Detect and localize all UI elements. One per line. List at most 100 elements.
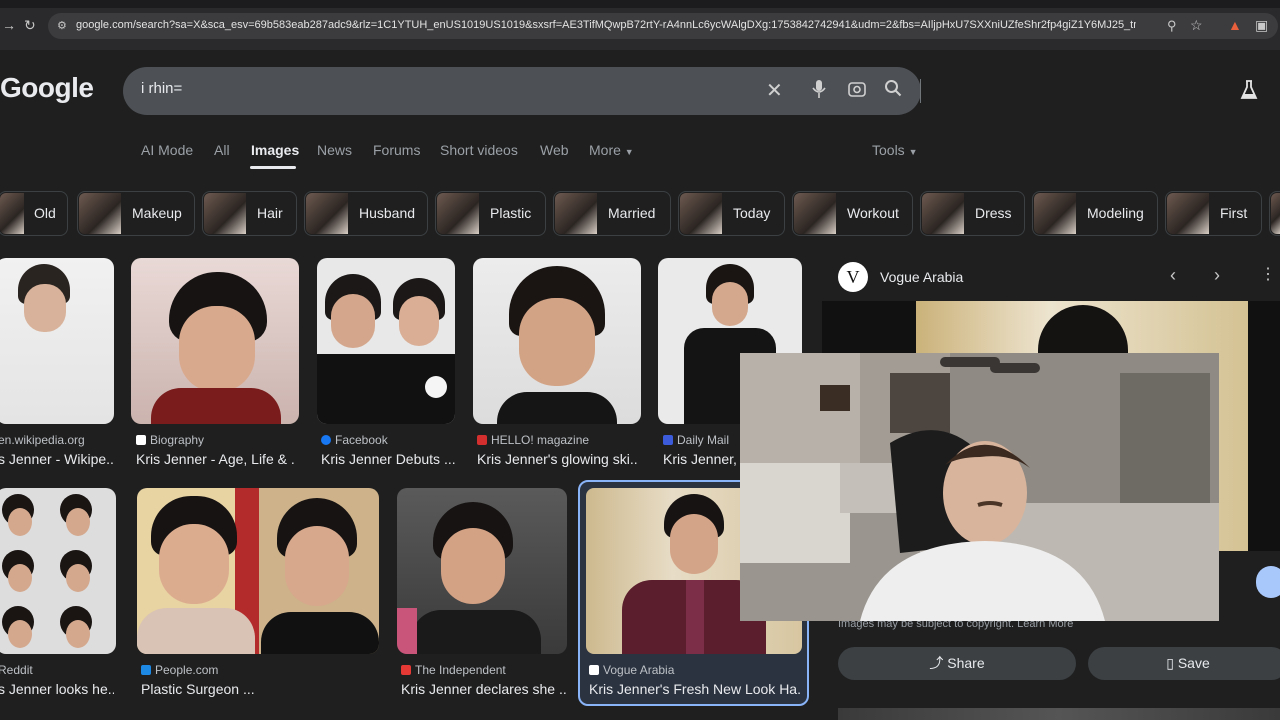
forward-icon[interactable]: → [2, 18, 16, 32]
reload-icon[interactable]: ↻ [24, 18, 36, 32]
vogue-logo[interactable]: V [838, 262, 868, 292]
chevron-left-icon[interactable]: ‹ [1170, 266, 1176, 284]
chip-thumbnail [1271, 193, 1280, 234]
chip-thumbnail [306, 193, 348, 234]
browser-toolbar: → ↻ ⚙ google.com/search?sa=X&sca_esv=69b… [0, 0, 1280, 50]
chip-married[interactable]: Married [553, 191, 671, 236]
lens-icon[interactable] [847, 79, 867, 99]
chip-dress[interactable]: Dress [920, 191, 1025, 236]
chip-today[interactable]: Today [678, 191, 785, 236]
result-source: en.wikipedia.org [0, 433, 85, 447]
result-title[interactable]: Kris Jenner's Fresh New Look Ha... [589, 681, 801, 697]
chip-partial[interactable] [1269, 191, 1280, 236]
chip-thumbnail [680, 193, 722, 234]
chip-thumbnail [794, 193, 836, 234]
chip-workout[interactable]: Workout [792, 191, 913, 236]
biography-favicon-icon [136, 435, 146, 445]
result-image[interactable] [473, 258, 641, 424]
bookmark-star-icon[interactable]: ☆ [1190, 18, 1203, 32]
result-image[interactable] [317, 258, 455, 424]
webcam-scene [740, 353, 1219, 621]
search-box[interactable]: ✕ [123, 67, 921, 115]
site-settings-icon[interactable]: ⚙ [57, 19, 67, 33]
search-icon[interactable] [884, 79, 902, 97]
preview-source-title[interactable]: Vogue Arabia [880, 269, 963, 285]
tab-short-videos[interactable]: Short videos [440, 142, 518, 158]
share-button[interactable]: ⤴ Share [838, 647, 1076, 680]
result-source: HELLO! magazine [477, 433, 589, 447]
chip-label: Workout [847, 205, 899, 221]
result-title[interactable]: s Jenner - Wikipe... [0, 451, 114, 467]
chip-label: Dress [975, 205, 1012, 221]
facebook-favicon-icon [321, 435, 331, 445]
share-icon: ⤴ [929, 655, 944, 671]
bookmark-icon: ▯ [1166, 655, 1174, 671]
tools-menu[interactable]: Tools ▼ [872, 142, 918, 158]
google-logo[interactable]: Google [0, 72, 94, 104]
result-source: Reddit [0, 663, 33, 677]
chip-label: Hair [257, 205, 283, 221]
chip-hair[interactable]: Hair [202, 191, 297, 236]
tab-more[interactable]: More ▼ [589, 142, 634, 158]
result-image[interactable] [137, 488, 379, 654]
chevron-right-icon[interactable]: › [1214, 266, 1220, 284]
chip-thumbnail [1034, 193, 1076, 234]
save-label: Save [1177, 655, 1210, 671]
chip-label: First [1220, 205, 1248, 221]
extensions-puzzle-icon[interactable]: ▣ [1255, 18, 1268, 32]
url-text[interactable]: google.com/search?sa=X&sca_esv=69b583eab… [76, 19, 1136, 31]
chip-thumbnail [0, 193, 24, 234]
chip-makeup[interactable]: Makeup [77, 191, 195, 236]
result-title[interactable]: Kris Jenner Debuts ... [321, 451, 455, 467]
tab-more-label: More [589, 142, 621, 158]
chip-old[interactable]: Old [0, 191, 68, 236]
result-image[interactable] [131, 258, 299, 424]
result-title[interactable]: Kris Jenner declares she ... [401, 681, 567, 697]
result-source: The Independent [401, 663, 506, 677]
clear-icon[interactable]: ✕ [766, 78, 783, 103]
result-source: Vogue Arabia [589, 663, 674, 677]
search-input[interactable] [141, 80, 741, 97]
active-tab-indicator [250, 166, 296, 169]
save-button[interactable]: ▯ Save [1088, 647, 1280, 680]
tab-all[interactable]: All [214, 142, 230, 158]
result-title[interactable]: s Jenner looks he... [0, 681, 114, 697]
result-title[interactable]: Kris Jenner's glowing ski... [477, 451, 637, 467]
chip-first[interactable]: First [1165, 191, 1262, 236]
chip-label: Makeup [132, 205, 182, 221]
chip-thumbnail [79, 193, 121, 234]
tab-strip [0, 0, 1280, 8]
result-source: Biography [136, 433, 204, 447]
tab-images[interactable]: Images [251, 142, 299, 158]
chip-thumbnail [437, 193, 479, 234]
chip-husband[interactable]: Husband [304, 191, 428, 236]
result-title[interactable]: Plastic Surgeon ... [141, 681, 371, 697]
result-image[interactable] [0, 488, 116, 654]
result-image[interactable] [397, 488, 567, 654]
chip-label: Husband [359, 205, 416, 221]
tab-news[interactable]: News [317, 142, 352, 158]
extension-icon[interactable]: ▲ [1228, 18, 1242, 32]
zoom-icon[interactable]: ⚲ [1167, 19, 1177, 33]
chip-thumbnail [204, 193, 246, 234]
result-title[interactable]: Kris Jenner, 6 [663, 451, 743, 467]
address-bar[interactable]: ⚙ google.com/search?sa=X&sca_esv=69b583e… [48, 13, 1278, 39]
result-image[interactable] [0, 258, 114, 424]
chip-label: Plastic [490, 205, 532, 221]
chip-plastic[interactable]: Plastic [435, 191, 546, 236]
tab-web[interactable]: Web [540, 142, 569, 158]
daily-mail-favicon-icon [663, 435, 673, 445]
result-source: Daily Mail [663, 433, 729, 447]
labs-flask-icon[interactable] [1240, 80, 1258, 100]
share-label: Share [947, 655, 985, 671]
tools-label: Tools [872, 142, 905, 158]
more-vert-icon[interactable]: ⋮ [1260, 267, 1276, 283]
collage-faces [2, 494, 92, 648]
microphone-icon[interactable] [812, 79, 826, 99]
more-images-strip[interactable] [838, 708, 1280, 720]
result-title[interactable]: Kris Jenner - Age, Life & ... [136, 451, 296, 467]
tab-ai-mode[interactable]: AI Mode [141, 142, 193, 158]
tab-forums[interactable]: Forums [373, 142, 420, 158]
visit-button[interactable] [1256, 566, 1280, 598]
chip-modeling[interactable]: Modeling [1032, 191, 1158, 236]
